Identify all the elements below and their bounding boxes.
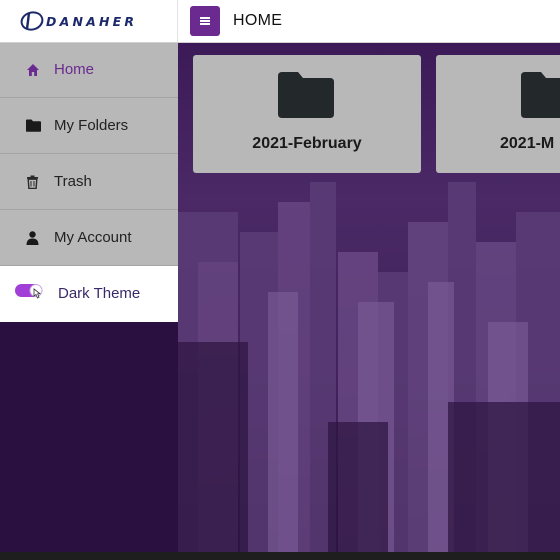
- folder-icon: [26, 119, 41, 133]
- sidebar-item-label: My Account: [54, 229, 132, 246]
- menu-toggle-button[interactable]: [190, 6, 220, 36]
- sidebar-item-label: My Folders: [54, 117, 129, 134]
- sidebar-item-label: Trash: [54, 173, 92, 190]
- folder-name: 2021-February: [252, 135, 362, 152]
- folder-icon: [278, 72, 334, 118]
- header-divider: [177, 0, 178, 42]
- top-header: DANAHER HOME: [0, 0, 560, 43]
- sidebar-item-trash[interactable]: Trash: [0, 154, 178, 210]
- dark-theme-toggle[interactable]: [15, 283, 45, 299]
- sidebar-item-home[interactable]: Home: [0, 42, 178, 98]
- sidebar-item-label: Dark Theme: [58, 285, 141, 302]
- folder-card[interactable]: 2021-February: [193, 55, 421, 173]
- sidebar-item-my-account[interactable]: My Account: [0, 210, 178, 266]
- sidebar: Home My Folders Trash My Account Dark Th…: [0, 42, 178, 560]
- main-content: 2021-February 2021-M: [178, 42, 560, 560]
- danaher-logo[interactable]: DANAHER: [20, 9, 137, 33]
- folder-icon: [521, 72, 560, 118]
- hamburger-icon: [200, 17, 210, 25]
- folder-name: 2021-M: [500, 135, 555, 152]
- folder-card[interactable]: 2021-M: [436, 55, 560, 173]
- logo-text: DANAHER: [46, 13, 138, 29]
- danaher-logo-mark-icon: [20, 10, 44, 32]
- os-taskbar: [0, 552, 560, 560]
- sidebar-item-my-folders[interactable]: My Folders: [0, 98, 178, 154]
- sidebar-item-label: Home: [54, 61, 95, 78]
- page-title: HOME: [233, 12, 283, 29]
- trash-icon: [26, 175, 40, 190]
- home-icon: [26, 63, 40, 77]
- user-icon: [26, 231, 40, 245]
